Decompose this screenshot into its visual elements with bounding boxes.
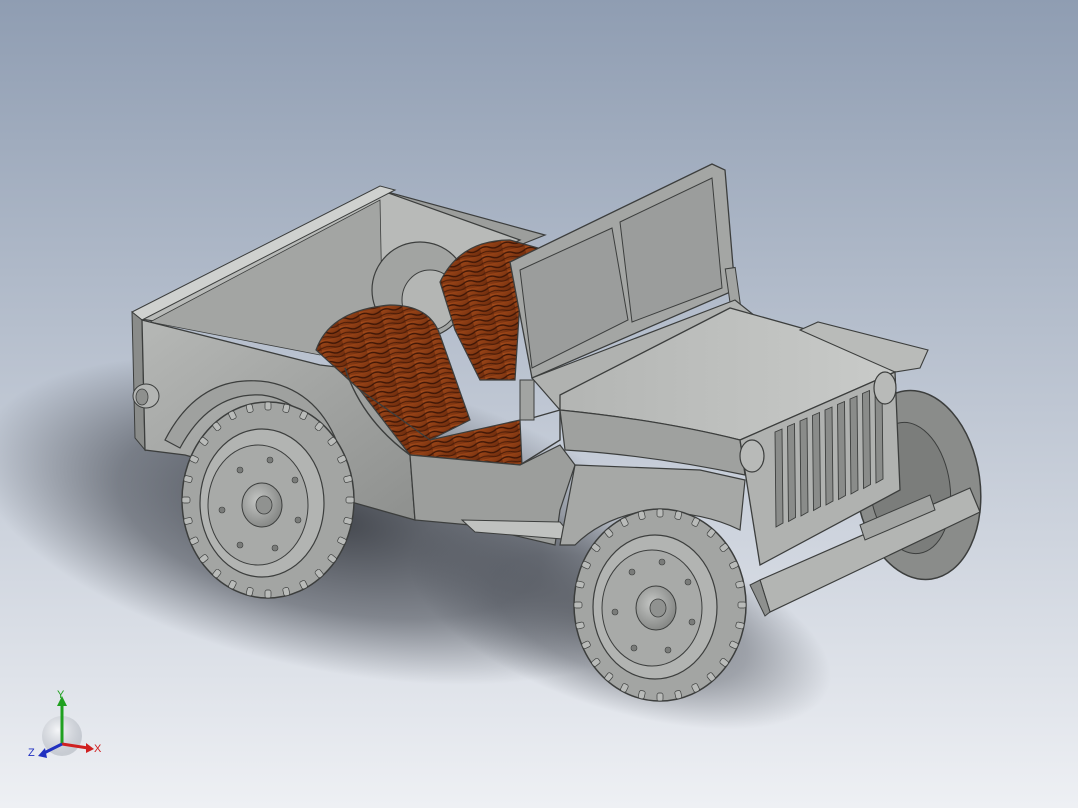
- grille-slot: [837, 400, 846, 501]
- tread-block: [637, 690, 646, 700]
- tread-block: [343, 475, 353, 483]
- tread-block: [575, 621, 585, 630]
- wheel-front-left: [573, 508, 747, 702]
- grille-slot: [862, 389, 871, 490]
- tread-block: [735, 580, 745, 589]
- tail-light: [132, 383, 160, 409]
- grille-slot: [812, 411, 821, 512]
- tread-block: [656, 692, 664, 702]
- graphics-viewport[interactable]: Y X Z: [0, 0, 1078, 808]
- tread-block: [264, 401, 272, 411]
- z-axis-label: Z: [28, 747, 35, 759]
- tread-block: [674, 690, 683, 700]
- view-orientation-triad[interactable]: Y X Z: [26, 688, 110, 764]
- tread-block: [575, 580, 585, 589]
- y-axis-label: Y: [57, 689, 65, 701]
- tread-block: [245, 587, 254, 597]
- tread-block: [656, 508, 664, 518]
- tread-block: [737, 601, 747, 609]
- grille-slot: [787, 422, 796, 523]
- wheel-rear-left: [181, 401, 355, 599]
- tread-block: [183, 517, 193, 525]
- tread-block: [343, 517, 353, 525]
- tread-block: [181, 496, 191, 504]
- tread-block: [735, 621, 745, 630]
- grille-slot: [799, 417, 809, 517]
- tread-block: [573, 601, 583, 609]
- model-scene[interactable]: [0, 0, 1078, 808]
- grille-slot: [849, 395, 859, 495]
- x-axis-label: X: [94, 743, 102, 755]
- tread-block: [282, 403, 291, 413]
- tread-block: [245, 403, 254, 413]
- tread-block: [345, 496, 355, 504]
- z-arrow-icon: [38, 748, 47, 758]
- grille-slot: [824, 406, 834, 506]
- tread-block: [282, 587, 291, 597]
- tread-block: [674, 510, 683, 520]
- tread-block: [183, 475, 193, 483]
- grille-slot: [774, 428, 784, 528]
- tread-block: [264, 589, 272, 599]
- x-arrow-icon: [86, 743, 94, 753]
- tread-block: [637, 510, 646, 520]
